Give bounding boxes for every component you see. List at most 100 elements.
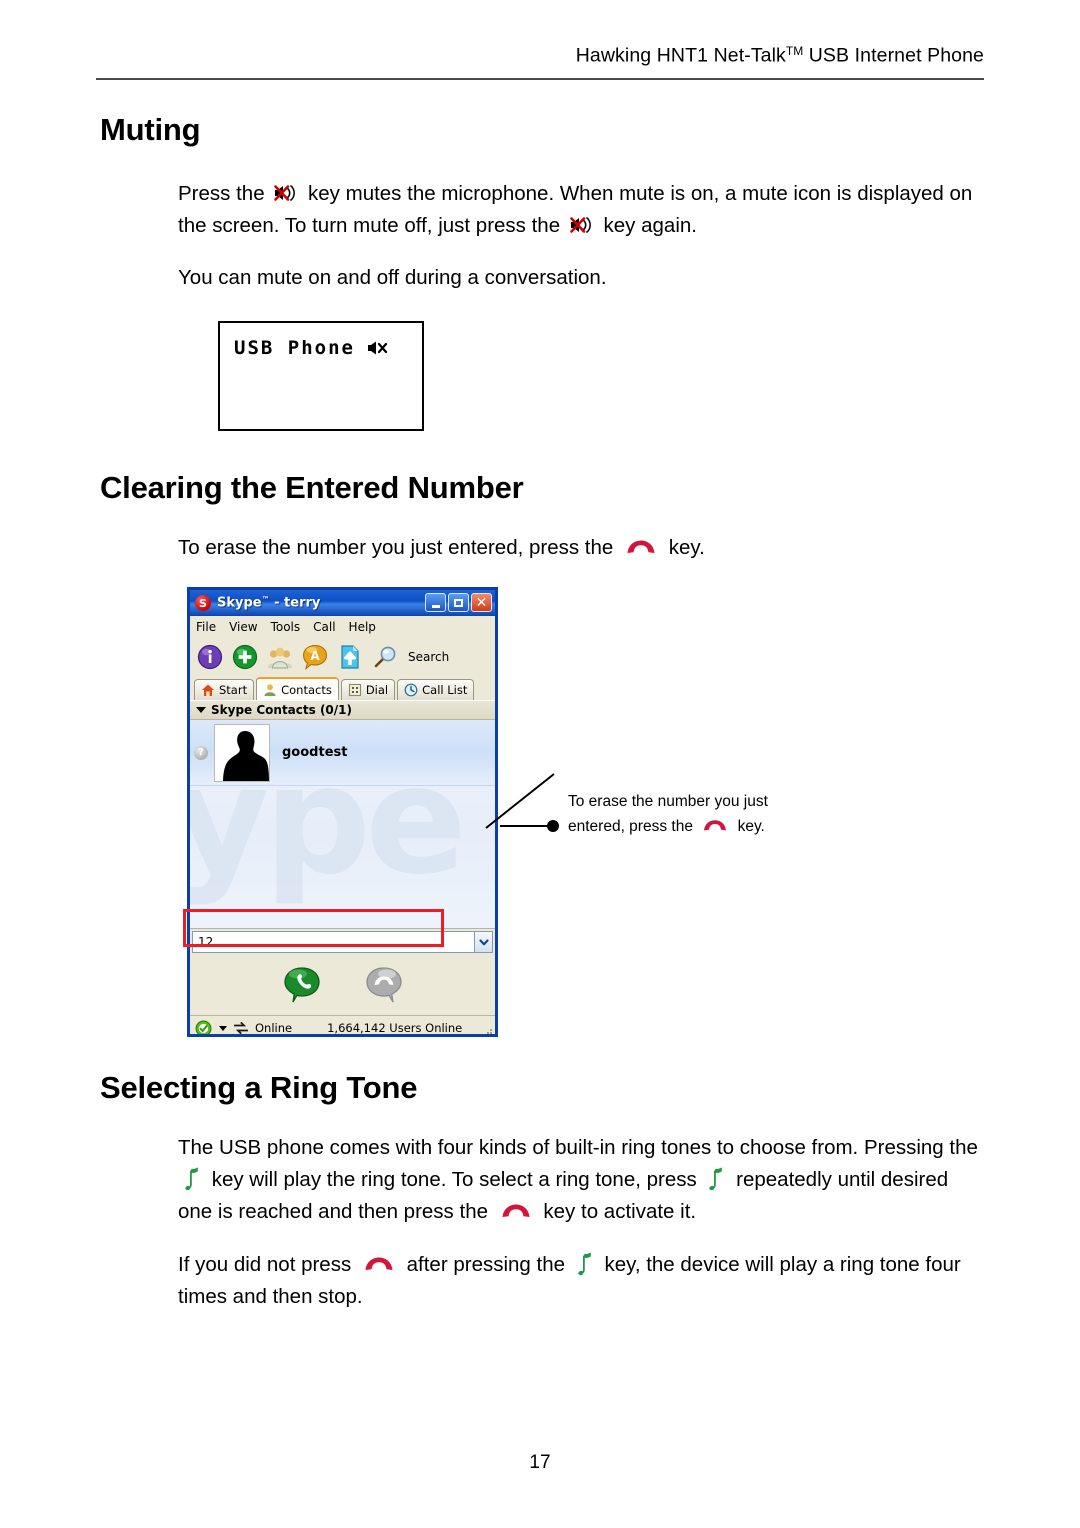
hangup-key-icon	[702, 819, 728, 832]
ringtone-p1-part-d: key to activate it.	[543, 1200, 697, 1223]
menu-item-call[interactable]: Call	[313, 620, 335, 634]
menu-item-tools[interactable]: Tools	[271, 620, 301, 634]
hangup-key-icon	[625, 539, 657, 555]
section-heading-clearing: Clearing the Entered Number	[100, 470, 524, 505]
muting-p1-part-a: Press the	[178, 182, 265, 205]
ringtone-p2-part-a: If you did not press	[178, 1253, 352, 1276]
users-online-count: 1,664,142 Users Online	[327, 1021, 463, 1035]
tab-contacts-label: Contacts	[281, 682, 332, 697]
skype-title-bar: S Skype™ - terry ✕	[190, 590, 495, 616]
chevron-down-icon	[196, 707, 206, 713]
music-note-key-icon	[576, 1252, 594, 1276]
window-controls: ✕	[425, 593, 492, 612]
silhouette-avatar-icon	[215, 725, 270, 782]
chevron-down-icon	[478, 936, 490, 948]
header-divider	[96, 78, 984, 80]
callout-line-2: entered, press the key.	[568, 814, 808, 839]
skype-toolbar: Search	[190, 638, 495, 676]
lcd-display-figure: USB Phone	[218, 321, 424, 431]
trademark-mark: TM	[785, 44, 804, 58]
lcd-display-text: USB Phone	[234, 337, 355, 359]
contacts-group-header[interactable]: Skype Contacts (0/1)	[190, 700, 495, 720]
maximize-button[interactable]	[448, 593, 469, 612]
home-icon	[201, 683, 215, 697]
swap-arrows-icon[interactable]	[234, 1022, 248, 1034]
menu-item-view[interactable]: View	[229, 620, 257, 634]
dial-input-row: 12	[190, 928, 495, 954]
mute-key-icon	[569, 215, 595, 235]
presence-status-label: Online	[255, 1021, 293, 1035]
tab-call-list[interactable]: Call List	[397, 679, 475, 700]
skype-logo-icon: S	[195, 595, 211, 611]
skype-title-user: - terry	[269, 595, 321, 611]
add-contact-icon[interactable]	[232, 644, 258, 670]
dial-history-dropdown-button[interactable]	[475, 930, 493, 953]
clearing-p1-part-b: key.	[668, 536, 705, 559]
maximize-icon	[454, 598, 463, 607]
callout-line-1: To erase the number you just	[568, 793, 768, 810]
skype-window-title: Skype™ - terry	[217, 595, 320, 610]
presence-online-icon[interactable]	[195, 1020, 212, 1037]
tab-start-label: Start	[219, 683, 248, 697]
callout-line-2-part-a: entered, press the	[568, 818, 693, 835]
ringtone-p1-part-a: The USB phone comes with four kinds of b…	[178, 1136, 978, 1159]
tab-dial-label: Dial	[365, 683, 389, 697]
skype-status-bar: Online 1,664,142 Users Online	[190, 1016, 495, 1037]
hangup-key-icon	[363, 1256, 395, 1272]
muting-p1-part-c: key again.	[603, 214, 697, 237]
contacts-group-label: Skype Contacts (0/1)	[211, 703, 352, 717]
ringtone-paragraph-2: If you did not press after pressing the …	[178, 1249, 988, 1313]
mute-key-icon	[273, 183, 299, 203]
avatar	[214, 723, 270, 782]
file-transfer-icon[interactable]	[337, 644, 363, 670]
clock-icon	[404, 683, 418, 697]
muting-paragraph-2: You can mute on and off during a convers…	[178, 266, 607, 289]
page-header-tail: USB Internet Phone	[803, 44, 984, 67]
ringtone-paragraph-1: The USB phone comes with four kinds of b…	[178, 1132, 988, 1228]
skype-tab-strip: Start Contacts Dial Call List	[190, 676, 495, 700]
ringtone-p1-part-b: key will play the ring tone. To select a…	[211, 1168, 697, 1191]
music-note-key-icon	[707, 1167, 725, 1191]
group-icon[interactable]	[267, 644, 293, 670]
presence-unknown-icon: ?	[194, 745, 208, 760]
muting-paragraph-1: Press the key mutes the microphone. When…	[178, 178, 988, 242]
search-button-label[interactable]: Search	[408, 650, 449, 664]
minimize-button[interactable]	[425, 593, 446, 612]
speaker-mute-icon	[367, 340, 389, 356]
tab-dial[interactable]: Dial	[340, 679, 396, 700]
section-heading-ringtone: Selecting a Ring Tone	[100, 1070, 418, 1105]
dialpad-icon	[348, 683, 362, 697]
menu-item-help[interactable]: Help	[349, 620, 376, 634]
contacts-icon	[263, 683, 277, 697]
skype-title-trademark-icon: ™	[261, 595, 270, 605]
clearing-paragraph-1: To erase the number you just entered, pr…	[178, 532, 988, 564]
call-button[interactable]	[283, 966, 321, 1004]
skype-menu-bar: File View Tools Call Help	[190, 616, 495, 638]
tab-contacts[interactable]: Contacts	[256, 677, 339, 700]
dial-input[interactable]: 12	[192, 930, 475, 953]
call-control-bar	[190, 954, 495, 1016]
page-number: 17	[529, 1452, 551, 1473]
callout-annotation: To erase the number you just entered, pr…	[568, 789, 808, 839]
alert-bubble-icon[interactable]	[302, 644, 328, 670]
hangup-button[interactable]	[365, 966, 403, 1004]
chevron-down-icon[interactable]	[219, 1025, 227, 1031]
clearing-p1-part-a: To erase the number you just entered, pr…	[178, 536, 614, 559]
ringtone-p2-part-b: after pressing the	[406, 1253, 566, 1276]
callout-line-2-part-b: key.	[737, 818, 765, 835]
skype-title-app: Skype	[217, 595, 262, 611]
tab-call-list-label: Call List	[422, 683, 468, 697]
menu-item-file[interactable]: File	[196, 620, 216, 634]
resize-grip-icon[interactable]	[483, 1028, 493, 1037]
lcd-display-line: USB Phone	[234, 337, 389, 359]
close-button[interactable]: ✕	[471, 593, 492, 612]
tab-start[interactable]: Start	[194, 679, 255, 700]
section-heading-muting: Muting	[100, 112, 201, 147]
page-header-title: Hawking HNT1 Net-Talk	[575, 44, 786, 67]
document-page: Hawking HNT1 Net-TalkTM USB Internet Pho…	[0, 0, 1080, 1528]
hangup-key-icon	[500, 1203, 532, 1219]
search-icon[interactable]	[372, 644, 398, 670]
page-header: Hawking HNT1 Net-TalkTM USB Internet Pho…	[96, 44, 984, 68]
info-icon[interactable]	[197, 644, 223, 670]
minimize-icon	[431, 605, 440, 608]
